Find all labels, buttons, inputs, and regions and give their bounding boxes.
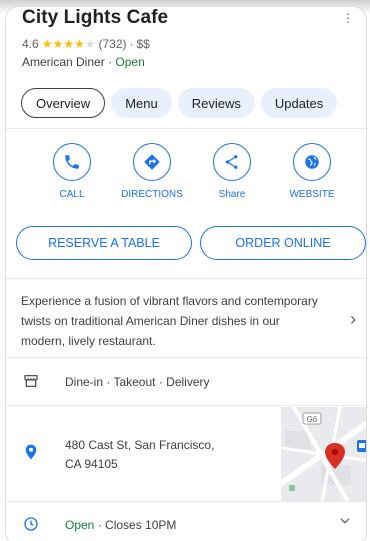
chevron-down-icon[interactable] <box>338 514 352 533</box>
action-row: CALL DIRECTIONS Share WEBSITE <box>6 137 366 200</box>
divider <box>6 278 366 279</box>
directions-action[interactable]: DIRECTIONS <box>112 137 192 200</box>
rating-value: 4.6 <box>22 37 39 51</box>
separator: · <box>129 37 134 51</box>
address-line-2: CA 94105 <box>65 457 118 471</box>
separator: · <box>97 518 106 532</box>
route-label: G6 <box>307 415 318 424</box>
divider <box>6 128 366 129</box>
share-icon[interactable] <box>213 143 251 181</box>
divider <box>6 405 366 406</box>
directions-icon[interactable] <box>133 143 171 181</box>
place-title: City Lights Cafe <box>22 7 169 28</box>
divider <box>6 357 366 358</box>
website-label: WEBSITE <box>289 189 335 200</box>
primary-actions: RESERVE A TABLE ORDER ONLINE <box>16 226 366 260</box>
category: American Diner <box>22 55 105 69</box>
divider <box>6 501 366 502</box>
open-status: Open <box>115 55 145 69</box>
tab-menu[interactable]: Menu <box>111 88 172 118</box>
category-row: American Diner · Open <box>22 55 145 69</box>
description[interactable]: Experience a fusion of vibrant flavors a… <box>21 291 321 351</box>
map-thumbnail[interactable]: G6 <box>281 407 366 501</box>
place-card: City Lights Cafe ⋮ 4.6 ★★★★★ (732) · $$ … <box>5 6 367 541</box>
share-action[interactable]: Share <box>192 137 272 200</box>
call-label: CALL <box>59 189 85 200</box>
globe-icon[interactable] <box>293 143 331 181</box>
tab-bar: Overview Menu Reviews Updates <box>21 88 338 118</box>
hours-row[interactable]: Open · Closes 10PM <box>65 518 176 532</box>
chevron-right-icon[interactable]: › <box>350 309 356 330</box>
phone-icon[interactable] <box>53 143 91 181</box>
more-options-icon[interactable]: ⋮ <box>342 11 354 25</box>
address-line-1: 480 Cast St, San Francisco, <box>65 438 215 452</box>
review-count[interactable]: (732) <box>98 37 126 51</box>
rating-row: 4.6 ★★★★★ (732) · $$ <box>22 37 150 51</box>
hours-status: Open <box>65 518 95 532</box>
directions-label: DIRECTIONS <box>121 189 183 200</box>
tab-updates[interactable]: Updates <box>260 88 338 118</box>
storefront-icon <box>23 373 39 394</box>
location-pin-icon <box>23 443 39 466</box>
reserve-table-button[interactable]: RESERVE A TABLE <box>16 226 192 260</box>
service-options: Dine-in · Takeout · Delivery <box>65 375 210 389</box>
address[interactable]: 480 Cast St, San Francisco, CA 94105 <box>65 436 214 474</box>
tab-reviews[interactable]: Reviews <box>177 88 255 118</box>
star-rating-icon: ★★★★★ <box>41 37 96 51</box>
share-label: Share <box>218 189 246 200</box>
website-action[interactable]: WEBSITE <box>272 137 352 200</box>
closing-time: Closes 10PM <box>105 518 177 532</box>
call-action[interactable]: CALL <box>32 137 112 200</box>
tab-overview[interactable]: Overview <box>21 88 106 118</box>
price-level: $$ <box>136 37 150 51</box>
order-online-button[interactable]: ORDER ONLINE <box>200 226 366 260</box>
clock-icon <box>23 516 39 537</box>
